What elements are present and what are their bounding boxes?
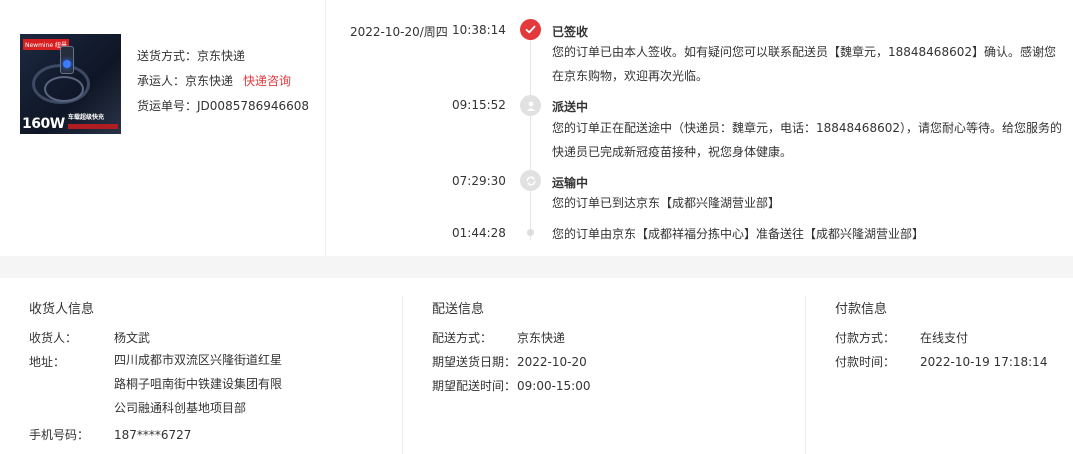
order-tracking-section: Newmine 纽曼 160W 车载超级快充 送货方式：京东快递 承运人：京东快… [0,0,1073,256]
receiver-title: 收货人信息 [29,302,95,317]
courier-inquiry-link[interactable]: 快递咨询 [243,74,291,88]
dot-icon [527,229,534,236]
tracking-number: JD0085786946608 [197,99,310,113]
payment-title: 付款信息 [835,302,888,317]
receiver-info: 收货人信息 收货人： 杨文武 地址： 四川成都市双流区兴隆街道红星路桐子咀南街中铁… [0,296,403,454]
receiver-name: 杨文武 [114,331,151,345]
event-time: 10:38:14 [452,23,506,37]
event-desc: 您的订单已到达京东【成都兴隆湖营业部】 [552,196,781,210]
event-desc: 您的订单由京东【成都祥福分拣中心】准备送往【成都兴隆湖营业部】 [552,227,925,240]
shipping-details: 送货方式：京东快递 承运人：京东快递 快递咨询 货运单号：JD0085786946… [137,44,309,119]
product-power-text: 160W [22,116,65,132]
order-info-section: 收货人信息 收货人： 杨文武 地址： 四川成都市双流区兴隆街道红星路桐子咀南街中铁… [0,278,1073,454]
product-tagline: 车载超级快充 [68,114,105,121]
check-icon [520,19,541,40]
delivery-title: 配送信息 [432,302,485,317]
payment-info: 付款信息 付款方式： 在线支付 付款时间： 2022-10-19 17:18:14 [806,296,1073,454]
receiver-name-row: 收货人： 杨文武 [29,331,151,345]
delivery-info: 配送信息 配送方式： 京东快递 期望送货日期：2022-10-20 期望配送时间：… [403,296,806,454]
delivery-method-row: 配送方式： 京东快递 [432,331,566,345]
shipping-method-row: 送货方式：京东快递 [137,49,246,63]
event-time: 01:44:28 [452,226,506,240]
courier-icon [520,95,541,116]
event-title: 已签收 [552,25,589,39]
timeline-line [530,40,531,240]
event-time: 07:29:30 [452,174,506,188]
phone-row: 手机号码： 187****6727 [29,428,192,442]
transit-icon [520,170,541,191]
event-desc: 您的订单正在配送途中（快递员：魏章元，电话：18848468602），请您耐心等… [552,121,1062,159]
section-divider [0,256,1073,278]
event-title: 运输中 [552,176,589,190]
address-value: 四川成都市双流区兴隆街道红星路桐子咀南街中铁建设集团有限公司融通科创基地项目部 [114,353,283,415]
product-image[interactable]: Newmine 纽曼 160W 车载超级快充 [20,34,121,134]
delivery-date-row: 期望送货日期：2022-10-20 [432,355,587,369]
delivery-time-row: 期望配送时间：09:00-15:00 [432,379,591,393]
phone-number: 187****6727 [114,428,192,442]
payment-time-row: 付款时间： 2022-10-19 17:18:14 [835,355,1048,369]
event-time: 09:15:52 [452,98,506,112]
shipment-summary: Newmine 纽曼 160W 车载超级快充 送货方式：京东快递 承运人：京东快… [0,0,326,256]
timeline-date: 2022-10-20/周四 [350,25,448,39]
event-desc: 您的订单已由本人签收。如有疑问您可以联系配送员【魏章元，18848468602】… [552,45,1056,83]
address-label: 地址： [29,355,66,369]
payment-method-row: 付款方式： 在线支付 [835,331,969,345]
tracking-number-row: 货运单号：JD0085786946608 [137,99,310,113]
tracking-timeline[interactable]: 2022-10-20/周四 10:38:14 已签收 您的订单已由本人签收。如有… [326,0,1073,240]
event-title: 派送中 [552,100,589,114]
carrier-row: 承运人：京东快递 快递咨询 [137,74,292,88]
